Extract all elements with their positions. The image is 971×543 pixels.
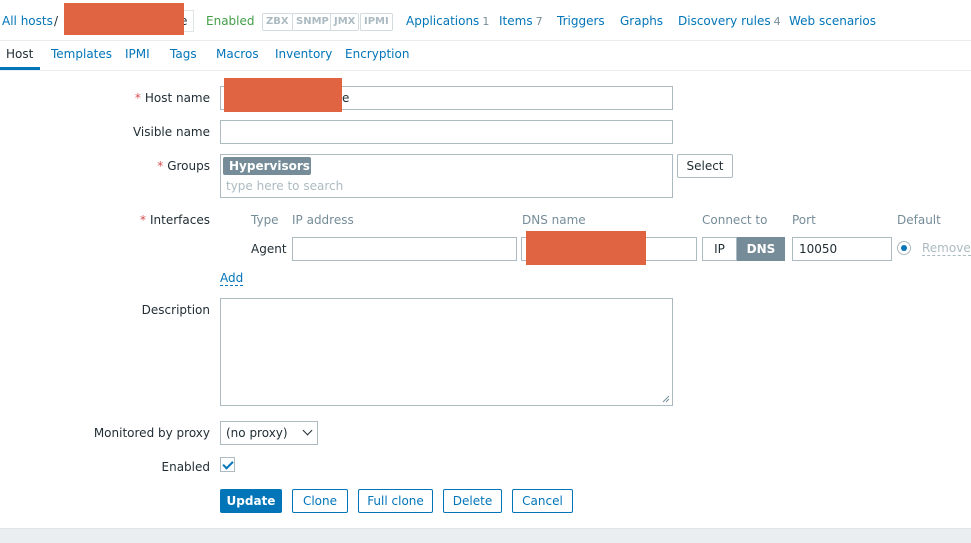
interfaces-col-port: Port <box>792 213 816 227</box>
nav-discovery-rules-label: Discovery rules <box>678 14 771 28</box>
availability-jmx-badge: JMX <box>330 13 360 31</box>
required-mark: * <box>134 91 141 105</box>
nav-triggers[interactable]: Triggers <box>557 14 605 28</box>
redaction-block <box>64 3 184 35</box>
interface-port-input[interactable] <box>792 237 892 261</box>
nav-web-scenarios-label: Web scenarios <box>789 14 877 28</box>
availability-snmp-badge: SNMP <box>292 13 333 31</box>
interfaces-col-type: Type <box>251 213 279 227</box>
availability-ipmi-badge: IPMI <box>360 13 393 31</box>
enabled-checkbox[interactable] <box>220 457 235 472</box>
interfaces-col-ip: IP address <box>292 213 354 227</box>
tab-inventory[interactable]: Inventory <box>275 47 332 61</box>
interfaces-label: * Interfaces <box>140 213 210 227</box>
update-button[interactable]: Update <box>220 489 282 513</box>
group-chip-label: Hypervisors <box>229 159 310 173</box>
interfaces-col-default: Default <box>897 213 941 227</box>
proxy-select-value: (no proxy) <box>226 426 288 440</box>
page-footer-bar <box>0 528 971 543</box>
group-chip-hypervisors: Hypervisors ✕ <box>223 157 326 175</box>
nav-applications-count: 1 <box>482 15 490 28</box>
resize-handle-icon[interactable] <box>662 395 670 403</box>
breadcrumb-all-hosts[interactable]: All hosts <box>2 14 53 28</box>
clone-button[interactable]: Clone <box>292 489 348 513</box>
interface-remove-link[interactable]: Remove <box>922 242 971 256</box>
description-label: Description <box>141 303 210 317</box>
proxy-label: Monitored by proxy <box>93 426 210 440</box>
tab-macros[interactable]: Macros <box>216 47 259 61</box>
host-name-suffix: e <box>342 91 350 105</box>
nav-items-label: Items <box>499 14 533 28</box>
tab-host[interactable]: Host <box>6 47 33 61</box>
connect-ip-toggle[interactable]: IP <box>702 237 737 261</box>
availability-zbx-badge: ZBX <box>262 13 293 31</box>
proxy-select[interactable]: (no proxy) <box>220 421 318 445</box>
groups-select-button[interactable]: Select <box>677 154 733 178</box>
visible-name-input[interactable] <box>220 120 673 144</box>
tab-templates[interactable]: Templates <box>51 47 112 61</box>
close-icon[interactable]: ✕ <box>316 159 326 173</box>
interfaces-col-connect: Connect to <box>702 213 768 227</box>
required-mark: * <box>157 159 164 173</box>
interfaces-col-dns: DNS name <box>522 213 586 227</box>
delete-button[interactable]: Delete <box>443 489 502 513</box>
host-name-label: * Host name <box>135 91 210 105</box>
host-status-enabled[interactable]: Enabled <box>206 14 255 28</box>
nav-discovery-rules-count: 4 <box>773 15 781 28</box>
default-interface-radio[interactable] <box>897 241 911 255</box>
nav-discovery-rules[interactable]: Discovery rules 4 <box>678 14 781 28</box>
nav-graphs-label: Graphs <box>620 14 664 28</box>
connect-dns-toggle[interactable]: DNS <box>737 237 785 261</box>
nav-applications-label: Applications <box>406 14 480 28</box>
tab-ipmi[interactable]: IPMI <box>125 47 150 61</box>
enabled-label: Enabled <box>161 460 211 474</box>
groups-label-text: Groups <box>167 159 210 173</box>
nav-applications[interactable]: Applications 1 <box>406 14 489 28</box>
cancel-button[interactable]: Cancel <box>512 489 573 513</box>
nav-items[interactable]: Items 7 <box>499 14 543 28</box>
full-clone-button[interactable]: Full clone <box>358 489 433 513</box>
nav-items-count: 7 <box>535 15 543 28</box>
interface-type-agent: Agent <box>251 242 287 256</box>
tab-encryption[interactable]: Encryption <box>345 47 409 61</box>
nav-web-scenarios[interactable]: Web scenarios <box>789 14 876 28</box>
interfaces-label-text: Interfaces <box>150 213 210 227</box>
nav-triggers-label: Triggers <box>557 14 605 28</box>
visible-name-label: Visible name <box>132 125 210 139</box>
description-textarea[interactable] <box>220 298 673 406</box>
active-tab-indicator <box>0 67 40 70</box>
tab-tags[interactable]: Tags <box>170 47 197 61</box>
add-interface-link[interactable]: Add <box>220 272 244 286</box>
host-name-label-text: Host name <box>144 91 210 105</box>
breadcrumb-separator: / <box>54 14 59 28</box>
required-mark: * <box>140 213 147 227</box>
redaction-block <box>224 78 342 112</box>
chevron-down-icon <box>302 425 313 436</box>
nav-graphs[interactable]: Graphs <box>620 14 663 28</box>
host-navigation-bar: All hosts / e Enabled ZBX SNMP JMX IPMI … <box>0 0 971 41</box>
groups-search-placeholder[interactable]: type here to search <box>226 179 343 193</box>
groups-label: * Groups <box>157 159 210 173</box>
interface-ip-input[interactable] <box>292 237 517 261</box>
form-tabs: Host Templates IPMI Tags Macros Inventor… <box>0 40 971 71</box>
redaction-block <box>526 231 646 265</box>
